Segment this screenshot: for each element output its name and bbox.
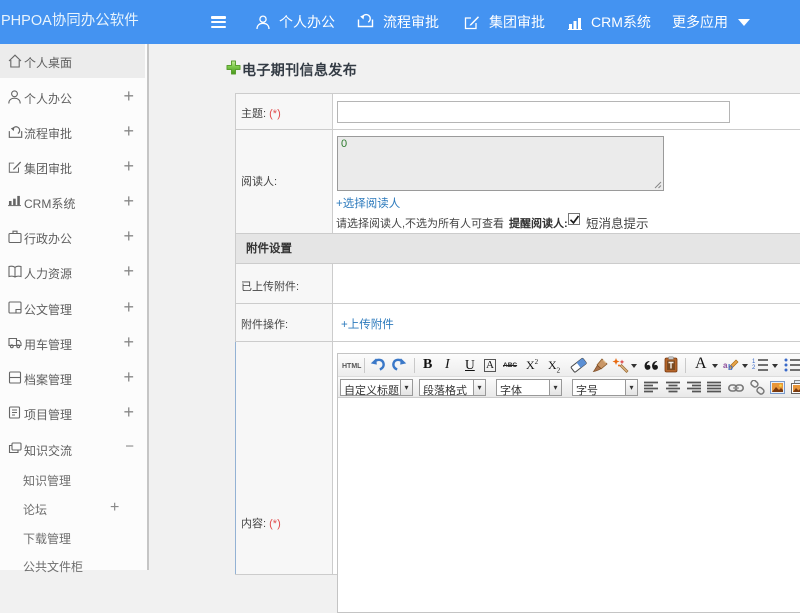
- svg-text:2: 2: [752, 365, 756, 371]
- svg-text:b: b: [728, 363, 733, 372]
